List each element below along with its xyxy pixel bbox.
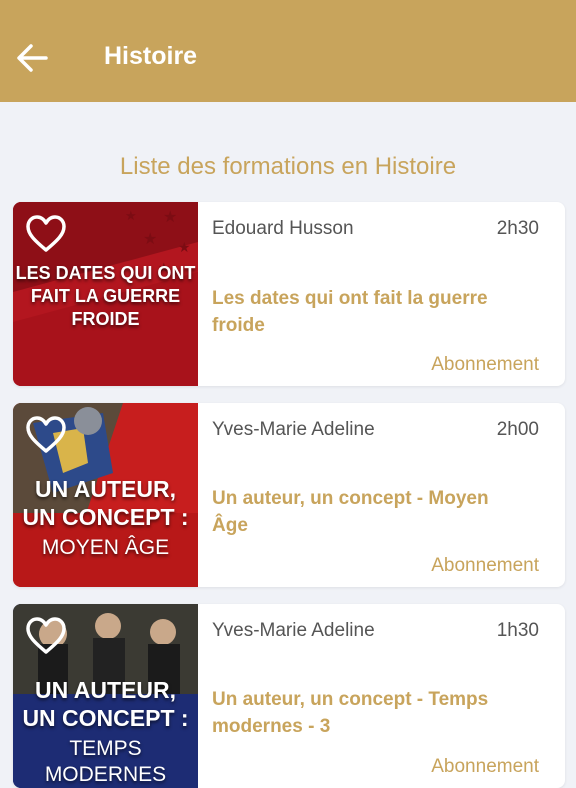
favorite-heart-icon[interactable] bbox=[25, 415, 67, 455]
course-thumbnail: UN AUTEUR, UN CONCEPT : MOYEN ÂGE bbox=[13, 403, 198, 587]
svg-text:★: ★ bbox=[178, 239, 191, 255]
course-title[interactable]: Les dates qui ont fait la guerre froide bbox=[212, 285, 522, 339]
course-title[interactable]: Un auteur, un concept - Moyen Âge bbox=[212, 485, 522, 539]
thumbnail-subtitle: TEMPS MODERNES bbox=[44, 737, 167, 786]
subscription-badge: Abonnement bbox=[431, 756, 539, 777]
thumbnail-subtitle: MOYEN ÂGE bbox=[41, 536, 170, 559]
course-card[interactable]: ★ ★ ★ ★ ★ LES DATES QUI ONT FAIT LA GUER… bbox=[13, 202, 565, 386]
course-duration: 2h30 bbox=[496, 218, 539, 239]
course-card[interactable]: UN AUTEUR, UN CONCEPT : MOYEN ÂGE Yves-M… bbox=[13, 403, 565, 587]
back-arrow-icon[interactable] bbox=[12, 38, 52, 78]
thumbnail-title: UN AUTEUR, UN CONCEPT : MOYEN ÂGE bbox=[13, 475, 198, 561]
thumbnail-title: UN AUTEUR, UN CONCEPT : TEMPS MODERNES bbox=[13, 676, 198, 788]
thumbnail-title-line: UN CONCEPT : bbox=[22, 504, 189, 530]
section-title: Liste des formations en Histoire bbox=[119, 153, 457, 180]
thumbnail-title-line: UN CONCEPT : bbox=[22, 705, 189, 731]
svg-text:★: ★ bbox=[143, 231, 157, 248]
course-duration: 2h00 bbox=[496, 419, 539, 440]
author-name: Yves-Marie Adeline bbox=[212, 620, 375, 641]
svg-text:★: ★ bbox=[125, 208, 137, 223]
subscription-badge: Abonnement bbox=[431, 555, 539, 576]
favorite-heart-icon[interactable] bbox=[25, 616, 67, 656]
course-title[interactable]: Un auteur, un concept - Temps modernes -… bbox=[212, 686, 522, 740]
thumbnail-title: LES DATES QUI ONT FAIT LA GUERRE FROIDE bbox=[15, 263, 196, 329]
thumbnail-title-line: UN AUTEUR, bbox=[35, 677, 176, 703]
course-card[interactable]: UN AUTEUR, UN CONCEPT : TEMPS MODERNES Y… bbox=[13, 604, 565, 788]
author-name: Yves-Marie Adeline bbox=[212, 419, 375, 440]
subscription-badge: Abonnement bbox=[431, 354, 539, 375]
course-thumbnail: UN AUTEUR, UN CONCEPT : TEMPS MODERNES bbox=[13, 604, 198, 788]
app-bar: Histoire bbox=[0, 0, 576, 102]
course-thumbnail: ★ ★ ★ ★ ★ LES DATES QUI ONT FAIT LA GUER… bbox=[13, 202, 198, 386]
page-title: Histoire bbox=[104, 42, 198, 70]
thumbnail-title-line: UN AUTEUR, bbox=[35, 476, 176, 502]
author-name: Edouard Husson bbox=[212, 218, 354, 239]
course-duration: 1h30 bbox=[496, 620, 539, 641]
favorite-heart-icon[interactable] bbox=[25, 214, 67, 254]
svg-text:★: ★ bbox=[163, 209, 177, 226]
